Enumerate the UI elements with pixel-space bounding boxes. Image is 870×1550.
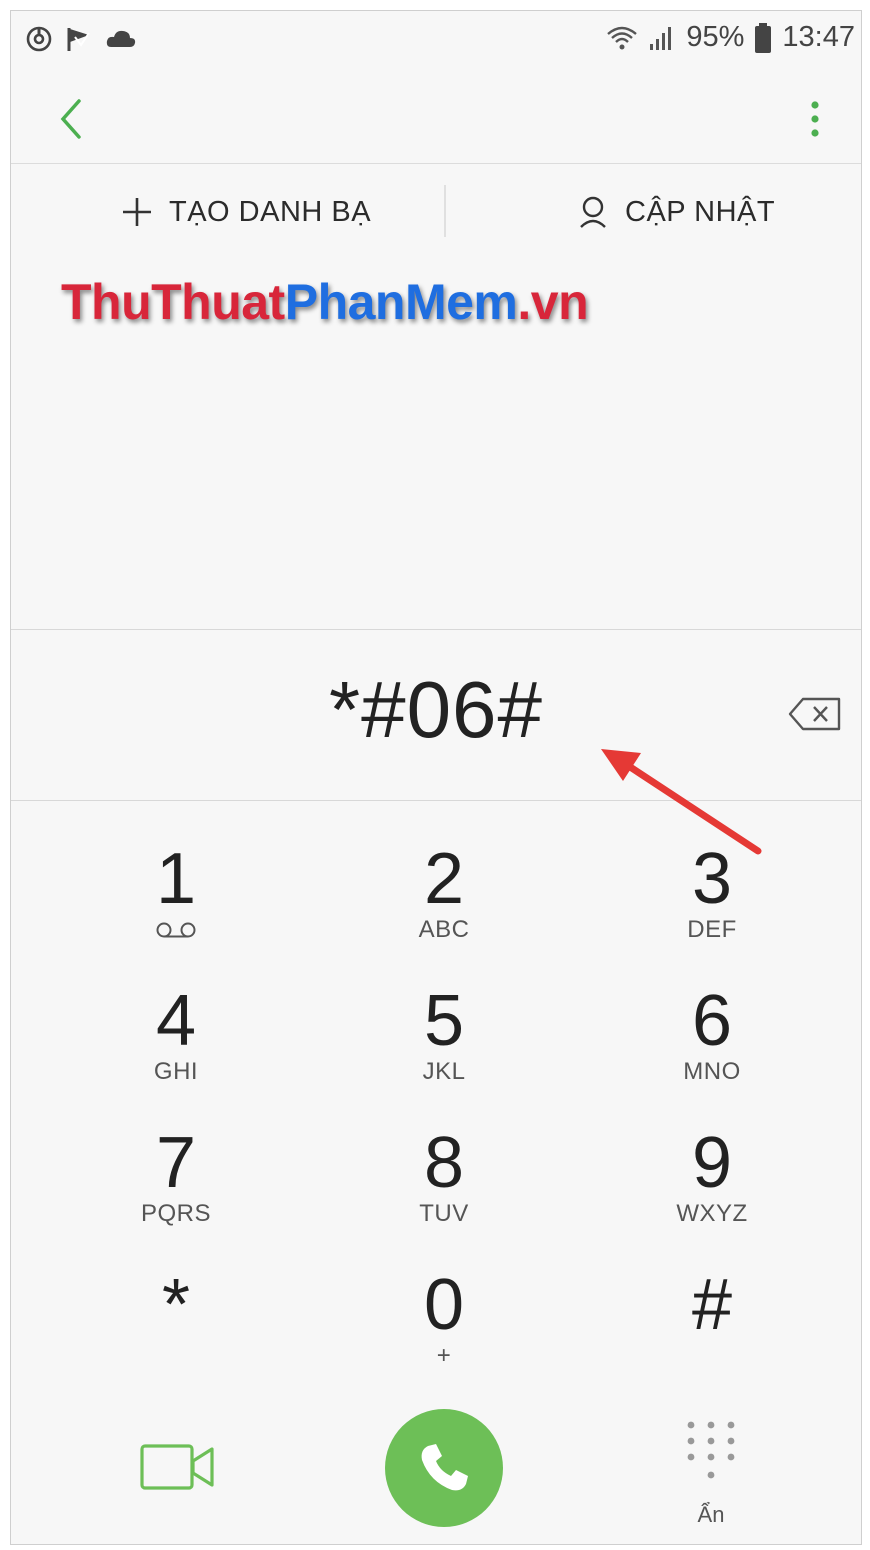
create-contact-button[interactable]: TẠO DANH BẠ <box>121 189 371 235</box>
key-6[interactable]: 6 MNO <box>617 981 807 1111</box>
flag-icon <box>67 28 90 51</box>
call-button[interactable] <box>385 1409 503 1527</box>
key-4[interactable]: 4 GHI <box>81 981 271 1111</box>
backspace-icon[interactable] <box>787 696 843 732</box>
key-3[interactable]: 3 DEF <box>617 839 807 969</box>
action-divider <box>444 185 446 237</box>
key-star[interactable]: * <box>81 1265 271 1395</box>
cloud-icon <box>106 30 136 47</box>
app-bar <box>11 73 861 164</box>
status-bar: 95% 13:47 <box>11 11 861 73</box>
key-9[interactable]: 9 WXYZ <box>617 1123 807 1253</box>
battery-icon <box>755 22 772 53</box>
key-7[interactable]: 7 PQRS <box>81 1123 271 1253</box>
key-1[interactable]: 1 <box>81 839 271 969</box>
key-hash[interactable]: # <box>617 1265 807 1395</box>
phone-icon <box>421 1444 468 1491</box>
signal-icon <box>650 26 672 50</box>
sync-icon <box>26 26 52 52</box>
person-icon <box>580 196 606 228</box>
video-call-icon[interactable] <box>139 1441 215 1493</box>
more-vertical-icon[interactable] <box>797 91 833 147</box>
battery-percent: 95% <box>686 21 745 53</box>
hide-keypad-button[interactable]: Ẩn <box>661 1419 761 1529</box>
status-right: 95% 13:47 <box>606 21 855 54</box>
voicemail-icon <box>156 922 196 938</box>
key-2[interactable]: 2 ABC <box>349 839 539 969</box>
key-8[interactable]: 8 TUV <box>349 1123 539 1253</box>
dialer-screen: 95% 13:47 TẠO DANH BẠ CẬP NHẬT ThuThuatP… <box>10 10 862 1545</box>
key-5[interactable]: 5 JKL <box>349 981 539 1111</box>
chevron-left-icon[interactable] <box>49 91 99 147</box>
wifi-icon <box>607 26 638 49</box>
hide-keypad-label: Ẩn <box>697 1502 725 1527</box>
status-left-icons <box>25 25 137 53</box>
dialpad-icon <box>687 1421 735 1479</box>
update-button[interactable]: CẬP NHẬT <box>577 189 775 235</box>
clock: 13:47 <box>782 21 855 53</box>
key-0[interactable]: 0 + <box>349 1265 539 1395</box>
plus-icon <box>123 198 151 226</box>
create-contact-label: TẠO DANH BẠ <box>169 195 372 228</box>
update-label: CẬP NHẬT <box>625 195 776 228</box>
action-row: TẠO DANH BẠ CẬP NHẬT <box>11 163 861 259</box>
watermark-logo: ThuThuatPhanMem.vn <box>61 274 589 330</box>
